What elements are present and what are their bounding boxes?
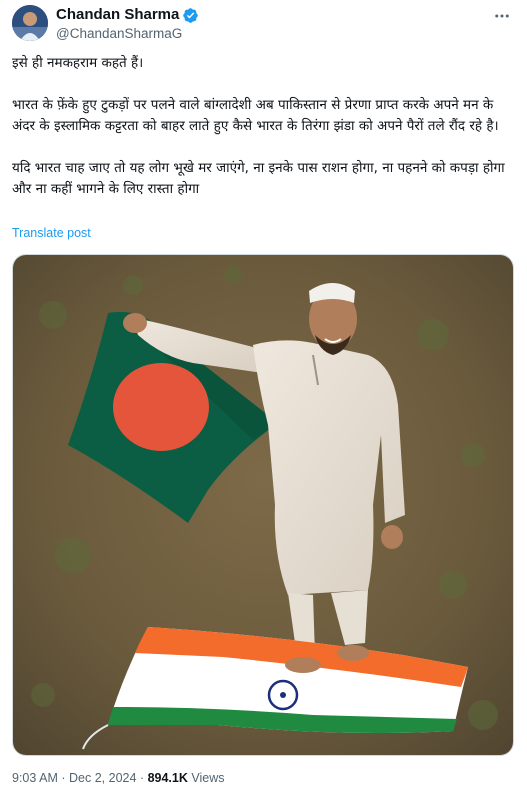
post-text: इसे ही नमकहराम कहते हैं। भारत के फ़ेंके …	[12, 53, 515, 221]
post-image[interactable]	[12, 254, 514, 756]
views-count[interactable]: 894.1K	[148, 771, 188, 785]
post-header: Chandan Sharma @ChandanSharmaG	[12, 5, 515, 45]
meta-separator: ·	[139, 771, 145, 785]
post-paragraph: यदि भारत चाह जाए तो यह लोग भूखे मर जाएंग…	[12, 160, 505, 197]
views-label: Views	[191, 771, 225, 785]
verified-badge-icon	[183, 7, 199, 23]
display-name[interactable]: Chandan Sharma	[56, 6, 179, 24]
post-meta: 9:03 AM · Dec 2, 2024 · 894.1K Views	[12, 771, 225, 785]
translate-post-link[interactable]: Translate post	[12, 226, 91, 240]
handle[interactable]: @ChandanSharmaG	[56, 25, 199, 43]
post-date[interactable]: Dec 2, 2024	[69, 771, 136, 785]
more-horizontal-icon[interactable]	[491, 5, 513, 27]
post-paragraph: इसे ही नमकहराम कहते हैं।	[12, 55, 144, 71]
post-paragraph: भारत के फ़ेंके हुए टुकड़ों पर पलने वाले …	[12, 97, 499, 134]
post-time[interactable]: 9:03 AM	[12, 771, 58, 785]
meta-separator: ·	[61, 771, 66, 785]
avatar[interactable]	[12, 5, 48, 41]
